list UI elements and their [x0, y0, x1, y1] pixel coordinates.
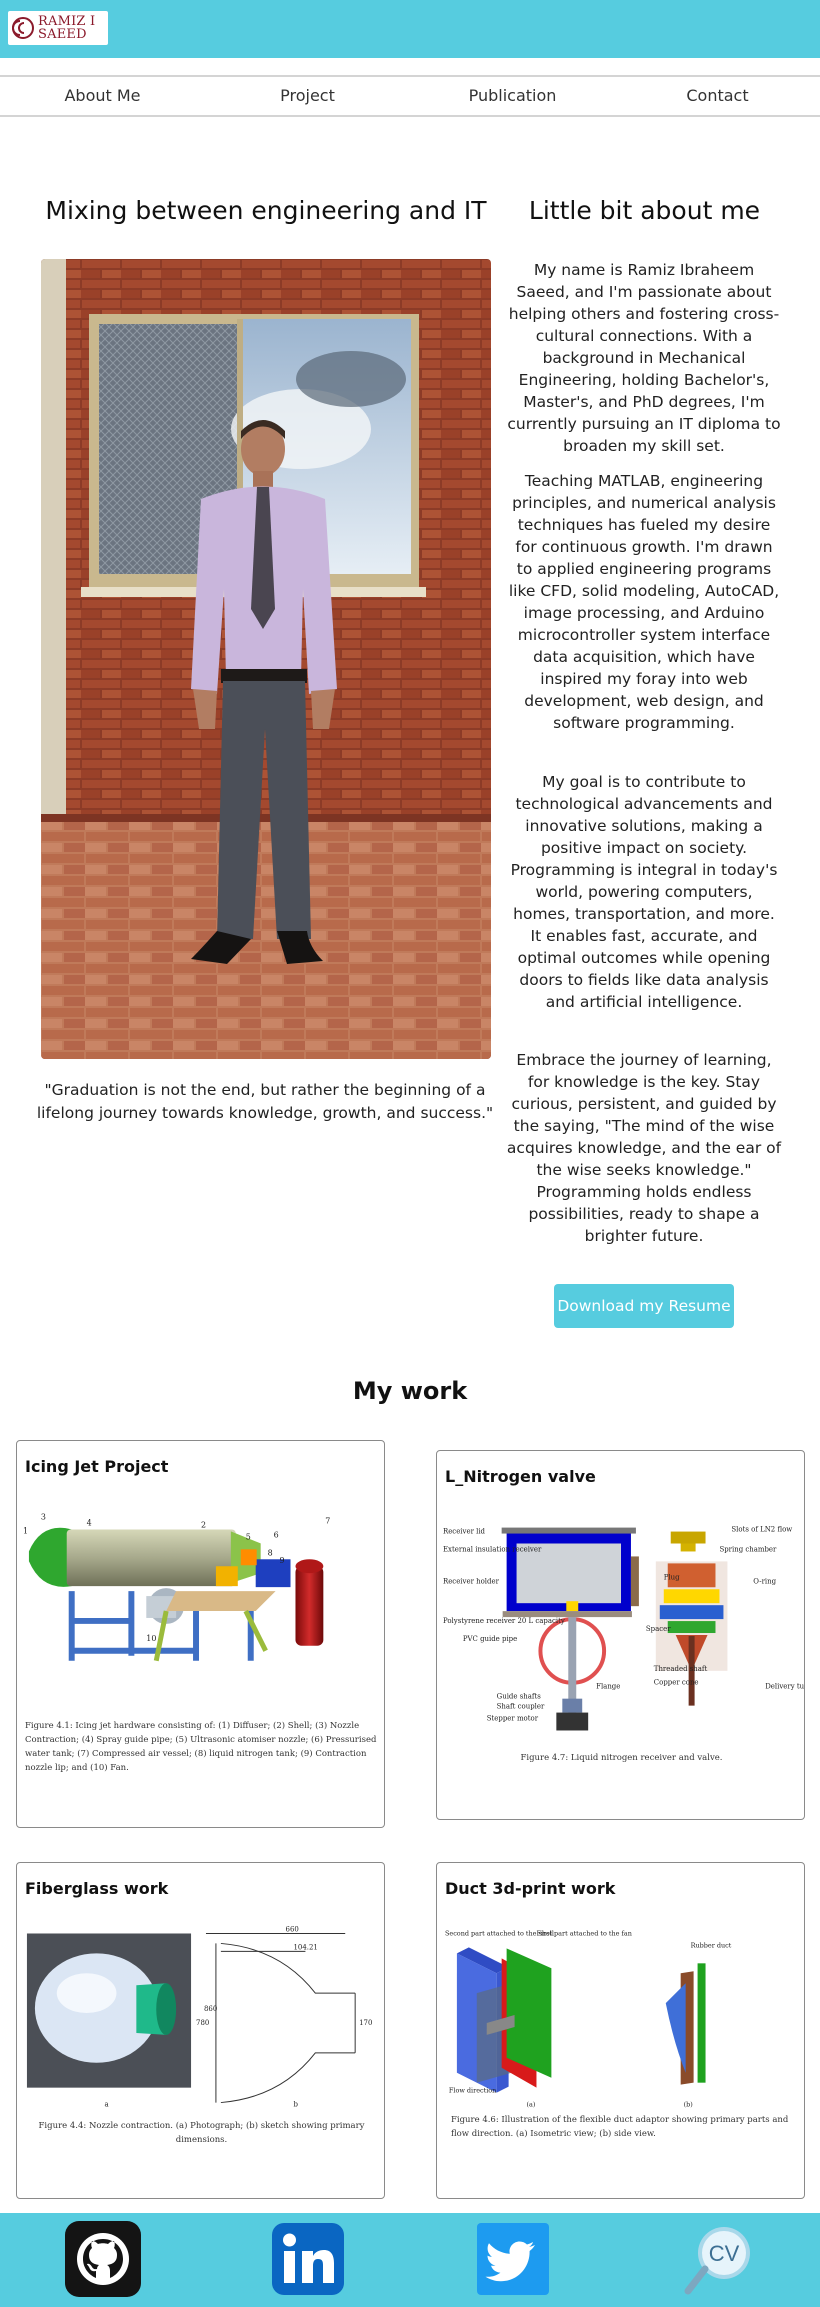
- label-delivery-tube: Delivery tube: [765, 1683, 804, 1691]
- about-paragraph-3: My goal is to contribute to technologica…: [510, 773, 778, 1011]
- about-paragraph-4: Embrace the journey of learning, for kno…: [506, 1051, 782, 1245]
- label-threaded-shaft: Threaded shaft: [654, 1665, 708, 1673]
- dim-860: 860: [204, 2005, 217, 2013]
- logo-mark-icon: [12, 17, 34, 39]
- callout-1: 1: [23, 1526, 28, 1535]
- sub-a: a: [105, 2101, 109, 2109]
- sub-a: (a): [527, 2101, 536, 2109]
- label-external-insulation: External insulation receiver: [443, 1545, 542, 1553]
- label-receiver-holder: Receiver holder: [443, 1577, 500, 1585]
- dim-104: 104.21: [293, 1943, 317, 1951]
- callout-2: 2: [201, 1520, 206, 1529]
- nav-about-me[interactable]: About Me: [0, 77, 205, 115]
- callout-9: 9: [280, 1556, 285, 1565]
- callout-5: 5: [246, 1532, 251, 1541]
- card-title: Icing Jet Project: [25, 1457, 169, 1476]
- label-flange: Flange: [596, 1683, 620, 1691]
- top-bar: RAMIZ I SAEED: [0, 0, 820, 58]
- label-spacer: Spacer: [646, 1625, 671, 1633]
- label-shaft-coupler: Shaft coupler: [497, 1703, 545, 1711]
- label-spring-chamber: Spring chamber: [719, 1545, 777, 1553]
- sub-b: (b): [684, 2101, 693, 2109]
- label-pvc-guide-pipe: PVC guide pipe: [463, 1635, 517, 1643]
- label-guide-shafts: Guide shafts: [497, 1693, 542, 1701]
- twitter-link[interactable]: [473, 2219, 553, 2299]
- callout-8: 8: [268, 1548, 273, 1557]
- card-caption: Figure 4.6: Illustration of the flexible…: [451, 2115, 789, 2139]
- github-icon: [65, 2221, 141, 2297]
- nitrogen-valve-figure: Receiver lid External insulation receive…: [443, 1526, 804, 1731]
- dim-660: 660: [286, 1925, 299, 1933]
- cv-link[interactable]: CV: [678, 2219, 758, 2299]
- sub-b: b: [293, 2101, 298, 2109]
- card-caption: Figure 4.1: Icing jet hardware consistin…: [25, 1721, 377, 1773]
- cv-icon: CV: [684, 2227, 750, 2295]
- github-link[interactable]: [63, 2219, 143, 2299]
- footer: CV: [0, 2213, 820, 2307]
- card-title: Fiberglass work: [25, 1879, 169, 1898]
- cv-text: CV: [709, 2241, 740, 2266]
- about-title: Little bit about me: [528, 196, 761, 225]
- logo-text: RAMIZ I SAEED: [38, 15, 95, 41]
- profile-photo: [41, 259, 491, 1059]
- nav-contact[interactable]: Contact: [615, 77, 820, 115]
- twitter-icon: [477, 2223, 549, 2295]
- graduation-quote: "Graduation is not the end, but rather t…: [36, 1081, 494, 1122]
- work-card-duct[interactable]: Duct 3d-print work Second part attached …: [436, 1862, 805, 2199]
- label-slots: Slots of LN2 flow: [731, 1526, 792, 1534]
- card-title: Duct 3d-print work: [445, 1879, 616, 1898]
- label-rubber-duct: Rubber duct: [691, 1941, 732, 1949]
- label-plug: Plug: [664, 1573, 680, 1581]
- profile-photo-illustration: [41, 259, 491, 1059]
- label-o-ring: O-ring: [753, 1577, 776, 1585]
- logo[interactable]: RAMIZ I SAEED: [8, 11, 108, 45]
- logo-line2: SAEED: [38, 27, 87, 42]
- label-copper-cone: Copper cone: [654, 1679, 699, 1687]
- card-title: L_Nitrogen valve: [445, 1467, 596, 1486]
- label-polystyrene-receiver: Polystyrene receiver 20 L capacity: [443, 1617, 565, 1625]
- main-nav: About Me Project Publication Contact: [0, 75, 820, 117]
- duct-figure: Second part attached to the shell First …: [445, 1929, 732, 2109]
- nav-project[interactable]: Project: [205, 77, 410, 115]
- work-card-icing-jet[interactable]: Icing Jet Project 1 3 4 2 5 6 7 8 9 10 F…: [16, 1440, 385, 1828]
- hero-title: Mixing between engineering and IT: [45, 196, 487, 225]
- icing-jet-figure: 1 3 4 2 5 6 7 8 9 10: [23, 1512, 330, 1662]
- label-receiver-lid: Receiver lid: [443, 1528, 486, 1536]
- work-card-nitrogen-valve[interactable]: L_Nitrogen valve Receiver lid External i…: [436, 1450, 805, 1820]
- work-card-fiberglass[interactable]: Fiberglass work 660 104.21 860 780 170 a…: [16, 1862, 385, 2199]
- callout-3: 3: [41, 1512, 46, 1521]
- card-caption: Figure 4.7: Liquid nitrogen receiver and…: [520, 1753, 723, 1763]
- my-work-heading: My work: [352, 1377, 468, 1405]
- about-paragraph-1: My name is Ramiz Ibraheem Saeed, and I'm…: [507, 261, 781, 455]
- linkedin-icon: [272, 2223, 344, 2295]
- label-first-part: First part attached to the fan: [536, 1929, 631, 1937]
- about-paragraph-2: Teaching MATLAB, engineering principles,…: [508, 472, 780, 732]
- callout-4: 4: [87, 1518, 92, 1527]
- linkedin-link[interactable]: [268, 2219, 348, 2299]
- download-resume-button[interactable]: Download my Resume: [554, 1284, 734, 1328]
- label-flow-direction: Flow direction: [449, 2087, 496, 2095]
- callout-7: 7: [325, 1516, 330, 1525]
- callout-10: 10: [146, 1634, 156, 1643]
- callout-6: 6: [274, 1530, 279, 1539]
- label-stepper-motor: Stepper motor: [487, 1715, 539, 1723]
- card-caption: Figure 4.4: Nozzle contraction. (a) Phot…: [38, 2121, 365, 2145]
- nav-publication[interactable]: Publication: [410, 77, 615, 115]
- dim-780: 780: [196, 2019, 209, 2027]
- dim-170: 170: [359, 2019, 372, 2027]
- fiberglass-figure: 660 104.21 860 780 170 a b: [26, 1925, 372, 2109]
